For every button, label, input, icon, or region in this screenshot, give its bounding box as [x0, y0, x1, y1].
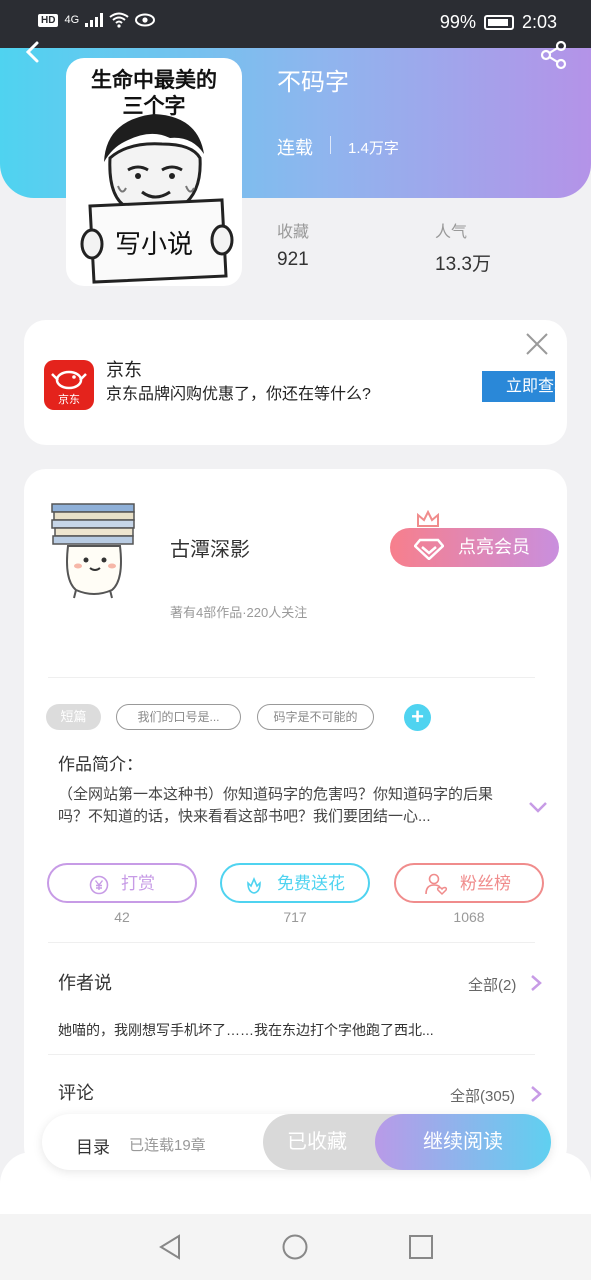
cover-sign-text: 写小说 [114, 229, 193, 259]
chevron-down-icon[interactable] [528, 800, 548, 814]
popularity-label: 人气 [435, 224, 468, 241]
battery-icon [483, 15, 514, 30]
nav-recents-icon[interactable] [406, 1232, 436, 1262]
wifi-icon [109, 12, 129, 28]
fans-icon [425, 873, 448, 896]
tip-count: 42 [114, 909, 130, 925]
toc-button[interactable]: 目录 [76, 1133, 110, 1158]
vip-button[interactable]: 点亮会员 [390, 528, 559, 567]
system-nav-bar [0, 1214, 591, 1280]
intro-label: 作品简介： [58, 755, 143, 774]
signal-icon [85, 13, 104, 27]
share-icon[interactable] [539, 40, 569, 70]
nav-back-icon[interactable] [155, 1232, 185, 1262]
flower-icon [247, 876, 261, 894]
network-label: 4G [64, 14, 80, 26]
book-cover[interactable]: 生命中最美的 三个字 写小说 [66, 58, 242, 286]
yen-icon [89, 875, 109, 895]
eye-icon [135, 13, 156, 27]
ad-view-button[interactable]: 立即查看 [482, 371, 555, 402]
tip-button[interactable]: 打赏 [47, 863, 197, 903]
tag-slogan[interactable]: 我们的口号是... [116, 704, 241, 730]
author-name[interactable]: 古潭深影 [170, 533, 250, 562]
fan-ranking-label: 粉丝榜 [460, 874, 511, 893]
book-title: 不码字 [277, 69, 349, 96]
ad-app-name: 京东 [106, 360, 142, 380]
back-arrow-icon[interactable] [22, 40, 44, 64]
fan-count: 1068 [453, 909, 485, 925]
comments-all-link[interactable]: 全部(305) [450, 1085, 515, 1106]
status-divider [330, 136, 331, 154]
book-status: 连载 [277, 138, 313, 158]
fan-ranking-button[interactable]: 粉丝榜 [394, 863, 544, 903]
favorites-label: 收藏 [277, 224, 310, 241]
close-icon[interactable] [525, 332, 549, 356]
chevron-right-icon[interactable] [529, 1085, 543, 1103]
author-say-text[interactable]: 她喵的，我刚想写手机坏了……我在东边打个字他跑了西北... [58, 1020, 434, 1040]
send-flower-button[interactable]: 免费送花 [220, 863, 370, 903]
author-meta: 著有4部作品·220人关注 [170, 605, 308, 620]
continue-reading-button[interactable]: 继续阅读 [375, 1114, 551, 1170]
comments-title: 评论 [58, 1083, 94, 1103]
diamond-icon [414, 538, 444, 560]
popularity-value: 13.3万 [435, 254, 491, 275]
chevron-right-icon[interactable] [529, 974, 543, 992]
author-avatar[interactable] [50, 500, 140, 600]
divider [48, 1054, 535, 1055]
battery-percent: 99% [439, 12, 476, 32]
flower-count: 717 [283, 909, 307, 925]
crown-icon [417, 510, 439, 527]
ad-banner[interactable]: 京东 京东 京东品牌闪购优惠了，你还在等什么? 立即查看 [24, 320, 567, 445]
ad-description: 京东品牌闪购优惠了，你还在等什么? [106, 386, 371, 403]
jd-logo-text: 京东 [58, 394, 80, 406]
tip-label: 打赏 [121, 874, 155, 893]
divider [48, 942, 535, 943]
favorites-value: 921 [277, 249, 309, 270]
intro-text[interactable]: （全网站第一本这种书）你知道码字的危害吗？你知道码字的后果吗？不知道的话，快来看… [58, 784, 513, 828]
status-bar: HD 4G 99% 2:03 [0, 0, 591, 48]
tag-impossible[interactable]: 码字是不可能的 [257, 704, 374, 730]
genre-tag[interactable]: 短篇 [46, 704, 101, 730]
author-say-all-link[interactable]: 全部(2) [468, 974, 516, 995]
hd-badge: HD [38, 13, 59, 27]
chapter-count: 已连载19章 [129, 1137, 206, 1154]
divider [48, 677, 535, 678]
clock: 2:03 [521, 12, 557, 32]
add-tag-button[interactable]: + [404, 704, 431, 731]
send-flower-label: 免费送花 [277, 874, 345, 893]
vip-button-label: 点亮会员 [458, 537, 530, 557]
book-word-count: 1.4万字 [348, 140, 399, 157]
nav-home-icon[interactable] [280, 1232, 310, 1262]
author-say-title: 作者说 [58, 973, 112, 993]
jd-logo-icon: 京东 [44, 360, 94, 410]
